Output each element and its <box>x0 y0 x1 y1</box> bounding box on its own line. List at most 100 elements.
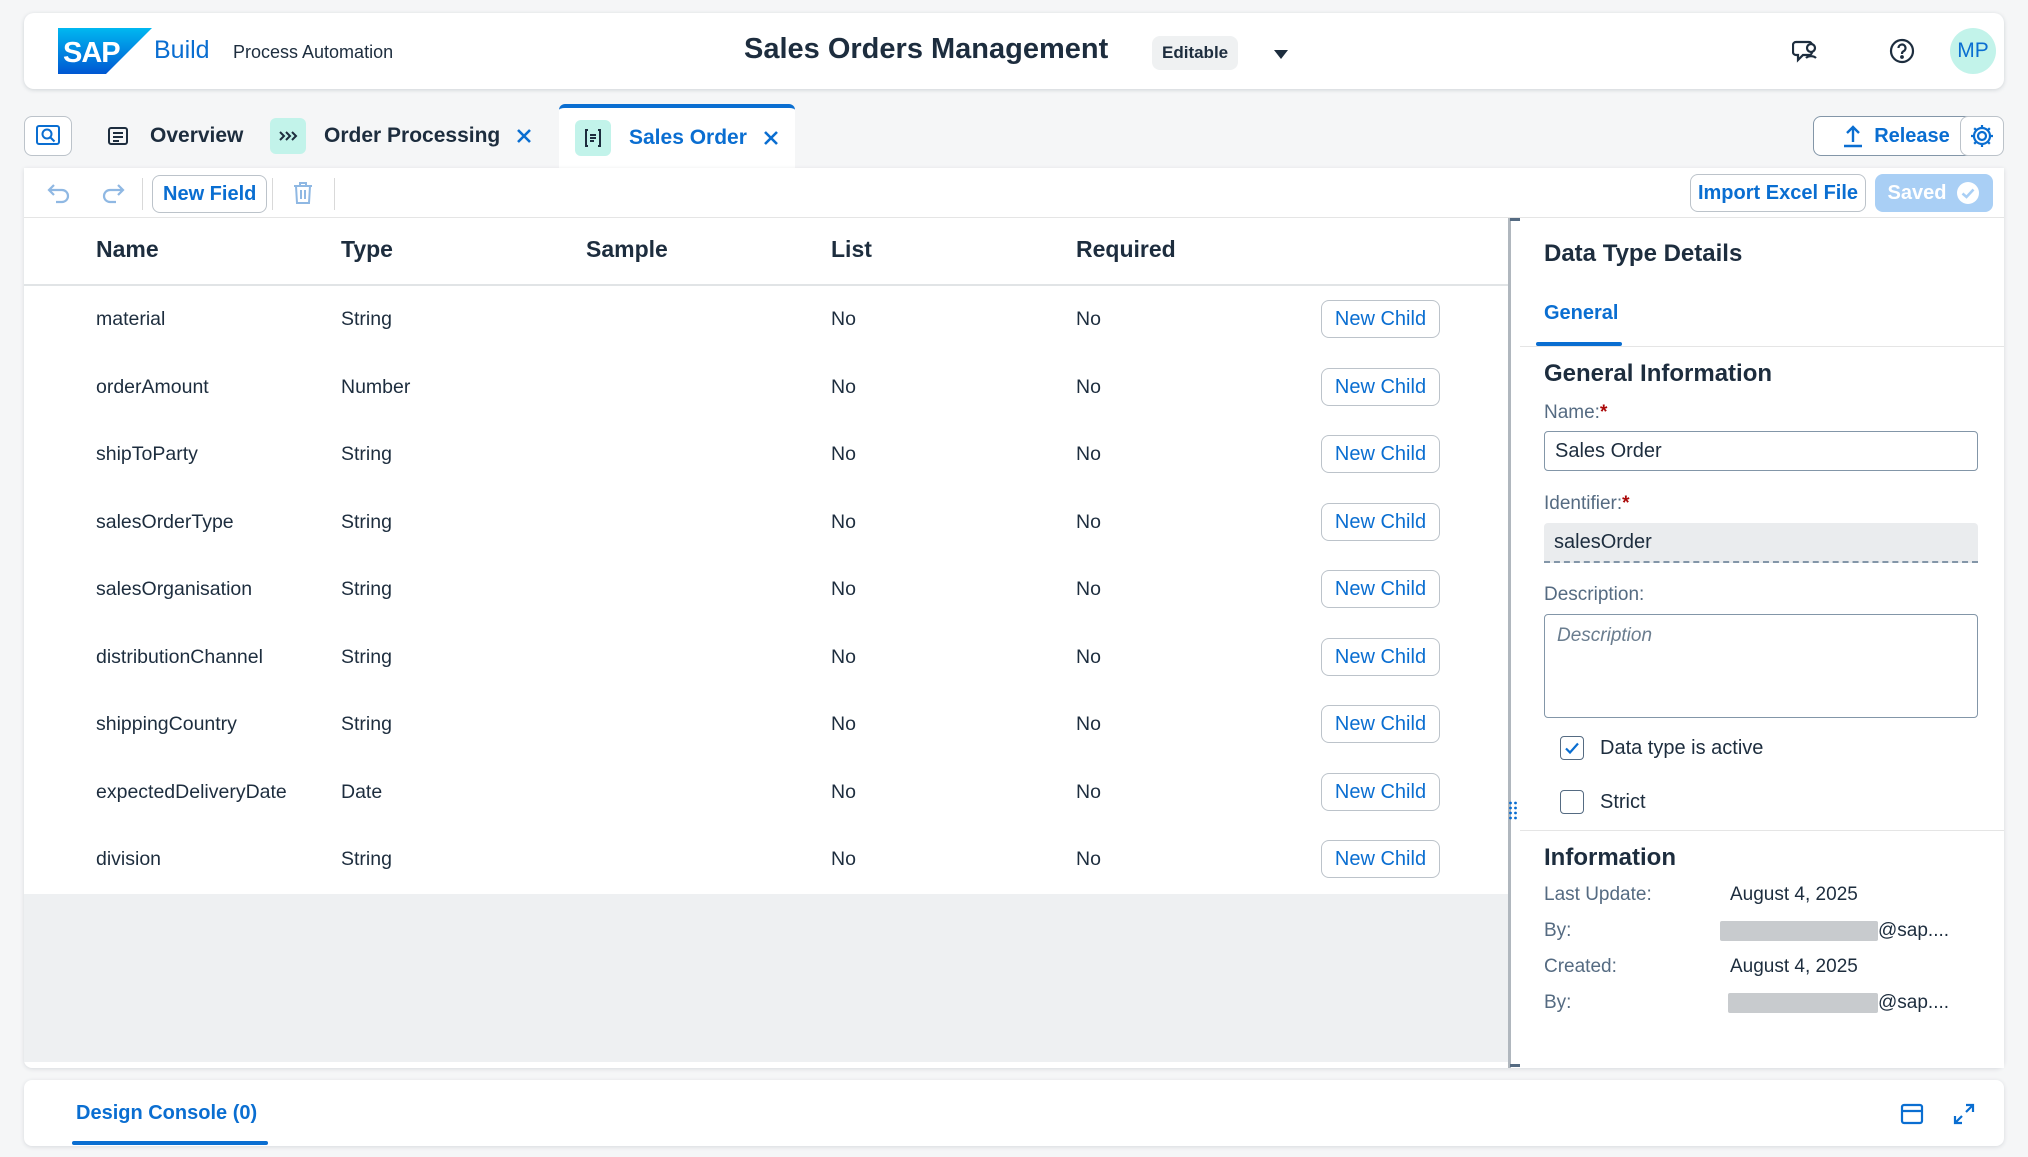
expand-button[interactable] <box>1950 1100 1978 1128</box>
cell-required: No <box>1076 443 1101 465</box>
cell-type: String <box>341 848 392 870</box>
table-row[interactable]: salesOrderType String No No New Child <box>24 489 1508 557</box>
column-header-type[interactable]: Type <box>341 236 393 263</box>
new-child-button[interactable]: New Child <box>1321 435 1440 473</box>
table-row[interactable]: division String No No New Child <box>24 826 1508 894</box>
description-textarea[interactable]: Description <box>1544 614 1978 718</box>
expand-icon <box>1953 1103 1975 1125</box>
name-label: Name:* <box>1544 402 1608 423</box>
cell-list: No <box>831 713 856 735</box>
tab-divider <box>1520 346 2004 347</box>
redo-button[interactable] <box>98 178 128 208</box>
column-header-list[interactable]: List <box>831 236 872 263</box>
tab-sales-order[interactable]: Sales Order <box>559 104 795 168</box>
table-row[interactable]: material String No No New Child <box>24 286 1508 354</box>
cell-list: No <box>831 443 856 465</box>
tab-order-processing[interactable]: Order Processing <box>270 104 534 168</box>
column-header-sample[interactable]: Sample <box>586 236 668 263</box>
tab-general[interactable]: General <box>1544 302 1618 325</box>
check-circle-icon <box>1957 182 1980 204</box>
cell-name: division <box>96 848 162 870</box>
cell-type: String <box>341 443 392 465</box>
tab-design-console[interactable]: Design Console (0) <box>76 1102 257 1125</box>
feedback-button[interactable] <box>1786 31 1826 71</box>
cell-list: No <box>831 780 856 803</box>
project-title: Sales Orders Management <box>744 33 1109 65</box>
column-header-required[interactable]: Required <box>1076 236 1176 263</box>
help-button[interactable] <box>1882 31 1922 71</box>
identifier-label: Identifier:* <box>1544 493 1630 514</box>
trash-icon <box>294 182 312 204</box>
settings-button[interactable] <box>1960 116 2004 156</box>
table-row[interactable]: expectedDeliveryDate Date No No New Chil… <box>24 759 1508 827</box>
created-by-value: @sap.... <box>1878 992 1950 1013</box>
new-child-button[interactable]: New Child <box>1321 367 1440 406</box>
active-checkbox[interactable] <box>1560 736 1584 760</box>
drag-handle-icon[interactable] <box>1508 800 1518 820</box>
sap-logo[interactable]: SAP <box>58 28 152 74</box>
new-child-button[interactable]: New Child <box>1321 570 1440 608</box>
status-badge: Editable <box>1152 36 1239 70</box>
editor-panel: New Field Import Excel File Saved Name T… <box>24 168 2004 1068</box>
column-header-name[interactable]: Name <box>96 236 159 263</box>
cell-name: salesOrganisation <box>96 578 253 600</box>
cell-list: No <box>831 308 856 330</box>
fields-table-area: Name Type Sample List Required material … <box>24 218 1508 1062</box>
created-label: Created: <box>1544 956 1617 977</box>
import-excel-button[interactable]: Import Excel File <box>1690 174 1866 212</box>
release-button[interactable]: Release <box>1813 116 1979 156</box>
close-icon[interactable] <box>761 128 781 148</box>
tab-overview[interactable]: Overview <box>100 104 243 168</box>
chevron-down-icon[interactable] <box>1274 50 1288 59</box>
undo-icon <box>47 184 70 204</box>
cell-name: expectedDeliveryDate <box>96 780 287 803</box>
updated-by-label: By: <box>1544 920 1572 941</box>
section-divider <box>1520 830 2004 831</box>
svg-text:SAP: SAP <box>63 37 120 69</box>
toolbar-separator <box>142 178 143 210</box>
cell-type: Number <box>341 375 411 398</box>
details-title: Data Type Details <box>1544 240 1743 267</box>
fields-table: Name Type Sample List Required material … <box>24 218 1508 894</box>
data-type-details-panel: Data Type Details General General Inform… <box>1520 218 2004 1068</box>
table-row[interactable]: shippingCountry String No No New Child <box>24 691 1508 759</box>
new-field-button[interactable]: New Field <box>152 175 268 213</box>
cell-type: String <box>341 645 392 668</box>
cell-name: shippingCountry <box>96 713 237 735</box>
name-input[interactable]: Sales Order <box>1544 431 1978 471</box>
help-icon <box>1889 38 1915 64</box>
cell-list: No <box>831 848 856 870</box>
last-update-label: Last Update: <box>1544 884 1652 905</box>
cell-type: String <box>341 308 392 330</box>
panel-splitter[interactable] <box>1508 218 1516 1068</box>
new-child-button[interactable]: New Child <box>1321 300 1440 338</box>
new-child-button[interactable]: New Child <box>1321 772 1440 811</box>
undo-button[interactable] <box>44 178 74 208</box>
cell-required: No <box>1076 510 1101 533</box>
new-child-button[interactable]: New Child <box>1321 840 1440 878</box>
search-objects-button[interactable] <box>24 116 72 156</box>
dock-button[interactable] <box>1898 1100 1926 1128</box>
section-general-information: General Information <box>1544 360 1773 387</box>
close-icon[interactable] <box>514 126 534 146</box>
delete-button[interactable] <box>288 178 318 208</box>
cell-type: String <box>341 578 392 600</box>
user-avatar[interactable]: MP <box>1950 28 1996 74</box>
cell-required: No <box>1076 578 1101 600</box>
cell-list: No <box>831 645 856 668</box>
table-row[interactable]: salesOrganisation String No No New Child <box>24 556 1508 624</box>
cell-list: No <box>831 510 856 533</box>
strict-checkbox[interactable] <box>1560 790 1584 814</box>
editor-toolbar: New Field Import Excel File Saved <box>24 168 2004 218</box>
saved-button[interactable]: Saved <box>1875 174 1993 212</box>
new-child-button[interactable]: New Child <box>1321 637 1440 676</box>
table-row[interactable]: shipToParty String No No New Child <box>24 421 1508 489</box>
cell-type: String <box>341 510 392 533</box>
new-child-button[interactable]: New Child <box>1321 705 1440 743</box>
active-tab-indicator <box>72 1141 268 1145</box>
table-row[interactable]: orderAmount Number No No New Child <box>24 354 1508 422</box>
table-row[interactable]: distributionChannel String No No New Chi… <box>24 624 1508 692</box>
new-child-button[interactable]: New Child <box>1321 502 1440 541</box>
table-header: Name Type Sample List Required <box>24 218 1508 286</box>
section-information: Information <box>1544 844 1676 871</box>
